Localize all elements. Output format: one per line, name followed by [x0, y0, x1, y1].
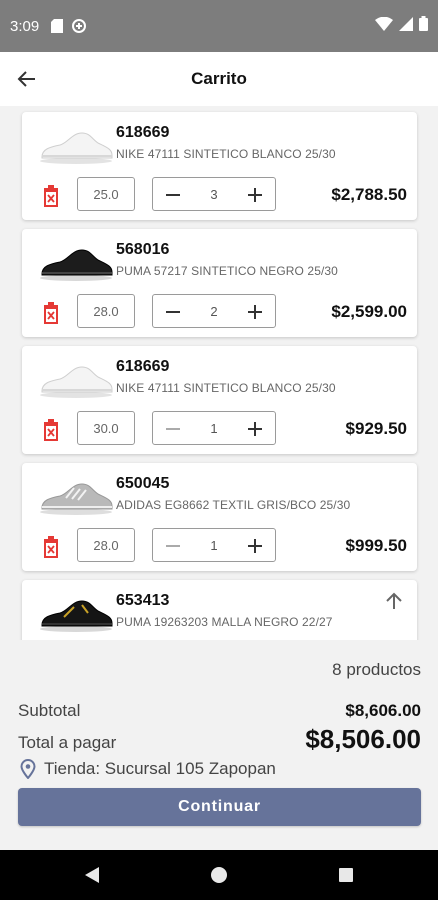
data-saver-icon [71, 18, 87, 34]
quantity-stepper: 1 [152, 411, 276, 445]
size-field[interactable]: 28.0 [77, 528, 135, 562]
product-image [34, 588, 118, 638]
status-bar: 3:09 [0, 0, 438, 52]
cart-item: 618669 NIKE 47111 SINTETICO BLANCO 25/30… [22, 346, 417, 454]
page-title: Carrito [191, 69, 247, 88]
plus-icon[interactable] [245, 536, 265, 556]
sd-card-icon [51, 19, 64, 33]
arrow-up-icon[interactable] [383, 590, 405, 612]
product-code: 650045 [116, 475, 170, 492]
size-field[interactable]: 28.0 [77, 294, 135, 328]
quantity-stepper: 1 [152, 528, 276, 562]
quantity-value: 3 [210, 186, 218, 202]
size-field[interactable]: 30.0 [77, 411, 135, 445]
quantity-stepper: 3 [152, 177, 276, 211]
store-info: Tienda: Sucursal 105 Zapopan [18, 758, 276, 780]
back-arrow-icon[interactable] [14, 66, 40, 92]
quantity-value: 1 [210, 420, 218, 436]
size-field[interactable]: 25.0 [77, 177, 135, 211]
system-nav-bar [0, 850, 438, 900]
quantity-stepper: 2 [152, 294, 276, 328]
minus-icon[interactable] [163, 302, 183, 322]
cart-list[interactable]: 618669 NIKE 47111 SINTETICO BLANCO 25/30… [0, 106, 438, 640]
cart-item: 568016 PUMA 57217 SINTETICO NEGRO 25/30 … [22, 229, 417, 337]
nav-recents-icon[interactable] [334, 863, 358, 887]
nav-back-icon[interactable] [80, 863, 104, 887]
item-price: $2,599.00 [331, 302, 407, 321]
product-code: 568016 [116, 241, 170, 258]
product-code: 618669 [116, 358, 170, 375]
delete-icon[interactable] [40, 184, 62, 208]
nav-home-icon[interactable] [207, 863, 231, 887]
product-count: 8 productos [332, 660, 421, 679]
total-value: $8,506.00 [305, 724, 421, 754]
product-image [34, 120, 118, 170]
wifi-icon [375, 16, 393, 36]
plus-icon[interactable] [245, 302, 265, 322]
minus-icon[interactable] [163, 419, 183, 439]
product-description: NIKE 47111 SINTETICO BLANCO 25/30 [116, 381, 336, 395]
subtotal-label: Subtotal [18, 701, 81, 720]
plus-icon[interactable] [245, 419, 265, 439]
minus-icon[interactable] [163, 185, 183, 205]
item-price: $929.50 [345, 419, 407, 438]
minus-icon[interactable] [163, 536, 183, 556]
product-code: 618669 [116, 124, 170, 141]
product-image [34, 471, 118, 521]
cart-item: 650045 ADIDAS EG8662 TEXTIL GRIS/BCO 25/… [22, 463, 417, 571]
cart-item: 653413 PUMA 19263203 MALLA NEGRO 22/27 [22, 580, 417, 640]
battery-icon [419, 16, 428, 36]
store-name: Tienda: Sucursal 105 Zapopan [44, 759, 276, 778]
subtotal-value: $8,606.00 [345, 701, 421, 720]
product-description: PUMA 19263203 MALLA NEGRO 22/27 [116, 615, 333, 629]
quantity-value: 2 [210, 303, 218, 319]
product-description: NIKE 47111 SINTETICO BLANCO 25/30 [116, 147, 336, 161]
item-price: $999.50 [345, 536, 407, 555]
product-image [34, 237, 118, 287]
delete-icon[interactable] [40, 535, 62, 559]
signal-icon [399, 16, 413, 36]
delete-icon[interactable] [40, 301, 62, 325]
order-summary: 8 productos Subtotal $8,606.00 Total a p… [0, 640, 438, 850]
location-pin-icon [18, 758, 38, 780]
cart-item: 618669 NIKE 47111 SINTETICO BLANCO 25/30… [22, 112, 417, 220]
delete-icon[interactable] [40, 418, 62, 442]
product-code: 653413 [116, 592, 170, 609]
product-image [34, 354, 118, 404]
item-price: $2,788.50 [331, 185, 407, 204]
quantity-value: 1 [210, 537, 218, 553]
plus-icon[interactable] [245, 185, 265, 205]
app-bar: Carrito [0, 52, 438, 106]
product-description: PUMA 57217 SINTETICO NEGRO 25/30 [116, 264, 338, 278]
continue-button[interactable]: Continuar [18, 788, 421, 826]
product-description: ADIDAS EG8662 TEXTIL GRIS/BCO 25/30 [116, 498, 351, 512]
status-time: 3:09 [10, 17, 40, 35]
total-label: Total a pagar [18, 733, 117, 752]
